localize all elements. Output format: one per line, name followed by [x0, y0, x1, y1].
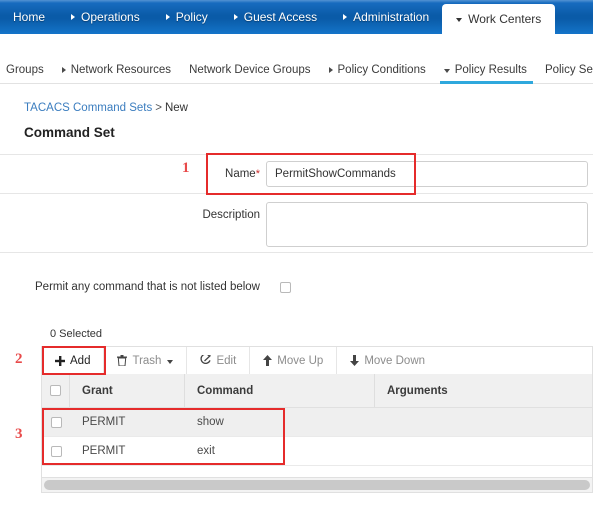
subnav-label: Policy Conditions — [337, 64, 426, 76]
row-checkbox[interactable] — [50, 445, 62, 457]
add-button[interactable]: Add — [42, 346, 105, 375]
topnav-item-work-centers[interactable]: Work Centers — [442, 4, 556, 34]
main-content-area: TACACS Command Sets > New Command Set Name… — [0, 85, 593, 506]
topnav-item-policy[interactable]: Policy — [153, 0, 221, 34]
table-toolbar: Add Trash Edit Move Up Move Down — [41, 346, 593, 375]
select-all-checkbox[interactable] — [50, 385, 61, 396]
move-up-button[interactable]: Move Up — [250, 346, 338, 375]
edit-button[interactable]: Edit — [187, 346, 251, 375]
move-down-button[interactable]: Move Down — [337, 347, 438, 375]
topnav-label: Work Centers — [468, 12, 542, 26]
breadcrumb-separator: > — [155, 102, 162, 114]
caret-down-icon — [443, 69, 450, 73]
required-asterisk-icon: * — [255, 168, 260, 180]
topnav-item-administration[interactable]: Administration — [330, 0, 442, 34]
horizontal-scrollbar[interactable] — [41, 477, 593, 493]
description-field-label: Description — [202, 209, 260, 221]
subnav-item-network-device-groups[interactable]: Network Device Groups — [180, 57, 319, 83]
subnav-label: Groups — [6, 64, 44, 76]
topnav-label: Administration — [353, 10, 430, 24]
subnav-item-policy-sets[interactable]: Policy Sets — [536, 57, 593, 83]
secondary-navigation-bar: Groups Network Resources Network Device … — [0, 56, 593, 84]
edit-button-label: Edit — [216, 354, 237, 367]
table-row[interactable]: PERMIT show — [42, 408, 592, 437]
caret-right-icon — [233, 14, 238, 20]
permit-any-command-checkbox[interactable] — [280, 281, 291, 293]
cell-arguments — [375, 437, 592, 465]
nav-gap-band — [0, 34, 593, 56]
move-down-button-label: Move Down — [364, 354, 426, 367]
page-title: Command Set — [24, 125, 115, 140]
subnav-label: Network Resources — [70, 64, 172, 76]
topnav-item-home[interactable]: Home — [0, 0, 58, 34]
selected-count-label: 0 Selected — [50, 328, 102, 340]
trash-button-label: Trash — [132, 354, 162, 367]
cell-grant: PERMIT — [82, 445, 126, 457]
caret-right-icon — [71, 14, 76, 20]
annotation-number-1: 1 — [182, 160, 190, 176]
move-up-button-label: Move Up — [277, 354, 324, 367]
breadcrumb-link-tacacs-command-sets[interactable]: TACACS Command Sets — [24, 102, 152, 114]
description-input[interactable] — [266, 202, 588, 247]
chevron-down-icon — [167, 359, 174, 364]
topnav-label: Policy — [175, 10, 208, 24]
cell-command: show — [197, 416, 224, 428]
cell-grant: PERMIT — [82, 416, 126, 428]
annotation-number-3: 3 — [15, 426, 23, 442]
subnav-item-network-resources[interactable]: Network Resources — [53, 57, 180, 83]
caret-right-icon — [61, 67, 66, 73]
topnav-item-operations[interactable]: Operations — [58, 0, 153, 34]
topnav-item-guest-access[interactable]: Guest Access — [221, 0, 330, 34]
breadcrumb-current: New — [164, 102, 188, 114]
breadcrumb: TACACS Command Sets > New — [24, 102, 188, 114]
table-header-row: Grant Command Arguments — [41, 374, 593, 408]
caret-down-icon — [456, 18, 463, 22]
add-button-label: Add — [70, 354, 91, 367]
row-select-cell — [42, 408, 70, 436]
topnav-label: Operations — [81, 10, 140, 24]
column-header-arguments[interactable]: Arguments — [375, 374, 592, 407]
edit-icon — [200, 355, 212, 366]
subnav-item-policy-results[interactable]: Policy Results — [435, 57, 536, 84]
table-body: PERMIT show PERMIT exit — [41, 408, 593, 466]
topnav-label: Home — [13, 10, 46, 24]
subnav-label: Policy Sets — [544, 64, 593, 76]
subnav-label: Network Device Groups — [189, 64, 311, 76]
name-input[interactable] — [266, 161, 588, 187]
select-all-header-cell — [42, 374, 70, 407]
permit-any-command-row: Permit any command that is not listed be… — [35, 281, 291, 293]
arrow-down-icon — [350, 355, 360, 366]
plus-icon — [55, 355, 65, 366]
column-header-grant[interactable]: Grant — [70, 374, 185, 407]
subnav-item-policy-conditions[interactable]: Policy Conditions — [320, 57, 435, 83]
trash-icon — [117, 355, 128, 366]
cell-command: exit — [197, 445, 215, 457]
annotation-number-2: 2 — [15, 351, 23, 367]
command-table: Grant Command Arguments PERMIT show PERM… — [41, 374, 593, 478]
primary-navigation-bar: Home Operations Policy Guest Access Admi… — [0, 0, 593, 34]
subnav-label: Policy Results — [454, 64, 527, 76]
name-field-label: Name* — [225, 168, 260, 180]
caret-right-icon — [343, 14, 348, 20]
trash-button[interactable]: Trash — [104, 346, 188, 375]
row-checkbox[interactable] — [50, 416, 62, 428]
caret-right-icon — [165, 14, 170, 20]
arrow-up-icon — [263, 355, 273, 366]
horizontal-scrollbar-thumb[interactable] — [44, 480, 590, 490]
subnav-item-groups[interactable]: Groups — [0, 57, 53, 83]
column-header-command[interactable]: Command — [185, 374, 375, 407]
cell-arguments — [375, 408, 592, 436]
table-row[interactable]: PERMIT exit — [42, 437, 592, 466]
permit-any-command-label: Permit any command that is not listed be… — [35, 281, 260, 293]
caret-right-icon — [328, 67, 333, 73]
topnav-label: Guest Access — [243, 10, 318, 24]
row-select-cell — [42, 437, 70, 465]
